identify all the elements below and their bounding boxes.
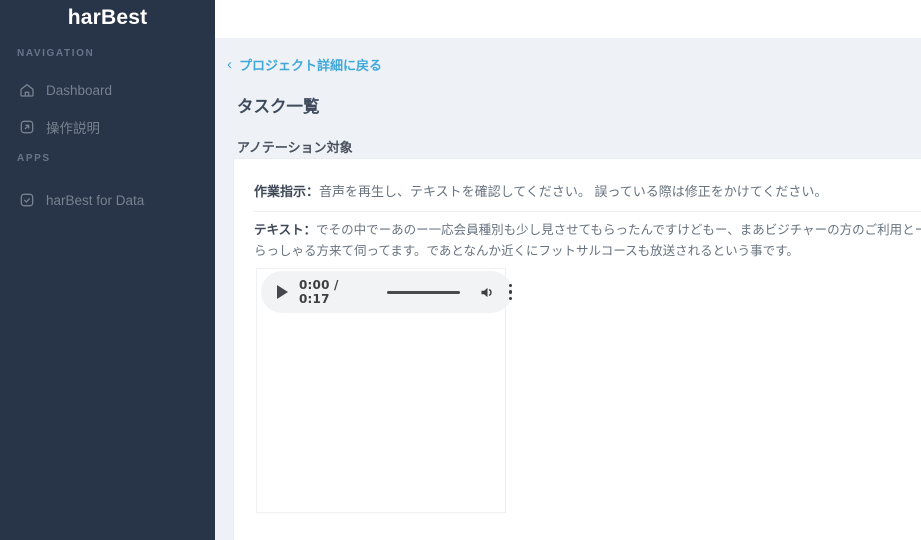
checked-box-icon bbox=[19, 192, 35, 208]
back-to-project-link[interactable]: ‹ プロジェクト詳細に戻る bbox=[227, 55, 382, 74]
breadcrumb-label: プロジェクト詳細に戻る bbox=[239, 55, 382, 74]
app-window: harBest NAVIGATION Dashboard 操作説明 APPS bbox=[0, 0, 921, 540]
sidebar-item-label: harBest for Data bbox=[46, 193, 144, 208]
card-section-title: アノテーション対象 bbox=[237, 137, 353, 156]
transcript-text-1: でその中でーあのー一応会員種別も少し見させてもらったんですけどもー、まあビジチャ… bbox=[316, 223, 921, 237]
volume-icon[interactable] bbox=[479, 284, 496, 301]
home-icon bbox=[19, 82, 35, 98]
brand-logo: harBest bbox=[0, 6, 215, 30]
page-title: タスク一覧 bbox=[237, 93, 320, 117]
sidebar-item-dashboard[interactable]: Dashboard bbox=[0, 76, 215, 104]
sidebar-item-label: Dashboard bbox=[46, 83, 112, 98]
work-instruction-label: 作業指示： bbox=[254, 184, 319, 199]
launch-icon bbox=[19, 119, 35, 135]
audio-time-display: 0:00 / 0:17 bbox=[299, 278, 374, 306]
top-bar bbox=[215, 0, 921, 38]
kebab-menu-icon[interactable] bbox=[509, 282, 513, 302]
divider bbox=[254, 211, 921, 212]
audio-seek-bar[interactable] bbox=[387, 291, 460, 294]
transcript-line-1: テキスト：でその中でーあのー一応会員種別も少し見させてもらったんですけどもー、ま… bbox=[254, 219, 921, 238]
nav-section-apps: APPS bbox=[17, 153, 51, 164]
sidebar-item-label: 操作説明 bbox=[46, 117, 100, 137]
sidebar-item-manual[interactable]: 操作説明 bbox=[0, 113, 215, 141]
work-instruction: 作業指示：音声を再生し、テキストを確認してください。 誤っている際は修正をかけて… bbox=[254, 181, 827, 200]
transcript-label: テキスト： bbox=[254, 223, 316, 237]
nav-section-navigation: NAVIGATION bbox=[17, 48, 94, 59]
transcript-line-2: らっしゃる方来て伺ってます。であとなんか近くにフットサルコースも放送されるという… bbox=[254, 240, 921, 259]
audio-media-box: 0:00 / 0:17 bbox=[256, 268, 506, 513]
audio-player[interactable]: 0:00 / 0:17 bbox=[261, 271, 512, 313]
sidebar: harBest NAVIGATION Dashboard 操作説明 APPS bbox=[0, 0, 215, 540]
play-icon[interactable] bbox=[277, 285, 288, 299]
chevron-left-icon: ‹ bbox=[227, 57, 232, 72]
work-instruction-text: 音声を再生し、テキストを確認してください。 誤っている際は修正をかけてください。 bbox=[319, 184, 827, 199]
sidebar-item-harbest-for-data[interactable]: harBest for Data bbox=[0, 186, 215, 214]
annotation-card: 作業指示：音声を再生し、テキストを確認してください。 誤っている際は修正をかけて… bbox=[233, 158, 921, 540]
